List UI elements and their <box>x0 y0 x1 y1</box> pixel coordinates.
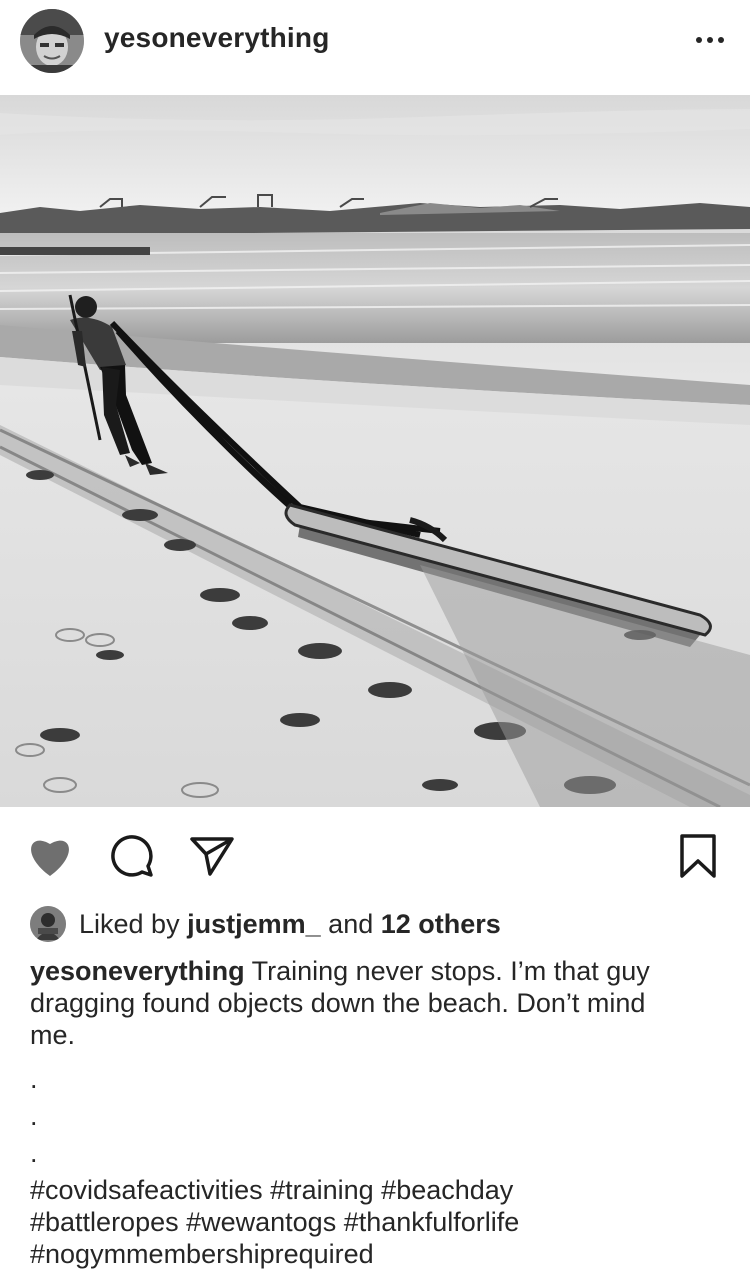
post-caption: yesoneverything Training never stops. I’… <box>30 955 720 1270</box>
liker-avatar-photo <box>30 906 66 942</box>
comment-icon <box>111 835 153 877</box>
caption-text-3: me. <box>30 1020 76 1050</box>
like-button[interactable] <box>24 826 76 886</box>
likes-prefix: Liked by <box>79 908 180 939</box>
caption-username[interactable]: yesoneverything <box>30 956 245 986</box>
heart-icon <box>31 840 69 876</box>
caption-text-1: Training never stops. I’m that guy <box>251 956 650 986</box>
caption-line-1: yesoneverything Training never stops. I’… <box>30 955 720 987</box>
post-photo[interactable] <box>0 95 750 807</box>
more-horizontal-icon <box>696 37 702 43</box>
caption-dot: . <box>30 1101 38 1131</box>
caption-dot: . <box>30 1138 38 1168</box>
likes-summary[interactable]: Liked by justjemm_ and 12 others <box>30 905 501 943</box>
caption-hashtags: #covidsafeactivities #training #beachday… <box>30 1174 720 1270</box>
more-horizontal-icon-dot <box>707 37 713 43</box>
likes-text: Liked by justjemm_ and 12 others <box>79 909 501 940</box>
share-button[interactable] <box>186 826 238 886</box>
hashtags-line-3[interactable]: #nogymmembershiprequired <box>30 1238 720 1270</box>
hashtags-line-2[interactable]: #battleropes #wewantogs #thankfulforlife <box>30 1206 720 1238</box>
liker-username[interactable]: justjemm_ <box>187 909 321 939</box>
more-options-button[interactable] <box>688 20 732 60</box>
save-button[interactable] <box>672 826 724 886</box>
post-header: yesoneverything <box>0 0 750 94</box>
comment-button[interactable] <box>106 826 158 886</box>
caption-dot: . <box>30 1064 38 1094</box>
profile-avatar[interactable] <box>20 9 84 73</box>
avatar-photo <box>20 9 84 73</box>
likes-and: and <box>328 908 374 939</box>
post-username[interactable]: yesoneverything <box>104 22 330 54</box>
bookmark-icon <box>680 834 716 878</box>
caption-text-2: dragging found objects down the beach. D… <box>30 988 646 1018</box>
send-icon <box>190 837 234 876</box>
hashtags-line-1[interactable]: #covidsafeactivities #training #beachday <box>30 1174 720 1206</box>
liker-avatar[interactable] <box>30 906 66 942</box>
more-horizontal-icon-dot <box>718 37 724 43</box>
likes-others-count[interactable]: 12 others <box>381 909 501 939</box>
instagram-post-screen: yesoneverything Liked by justjemm_ and 1… <box>0 0 750 1273</box>
caption-dots: . . . <box>30 1061 720 1172</box>
beach-photo <box>0 95 750 807</box>
post-actions-bar <box>0 826 750 886</box>
